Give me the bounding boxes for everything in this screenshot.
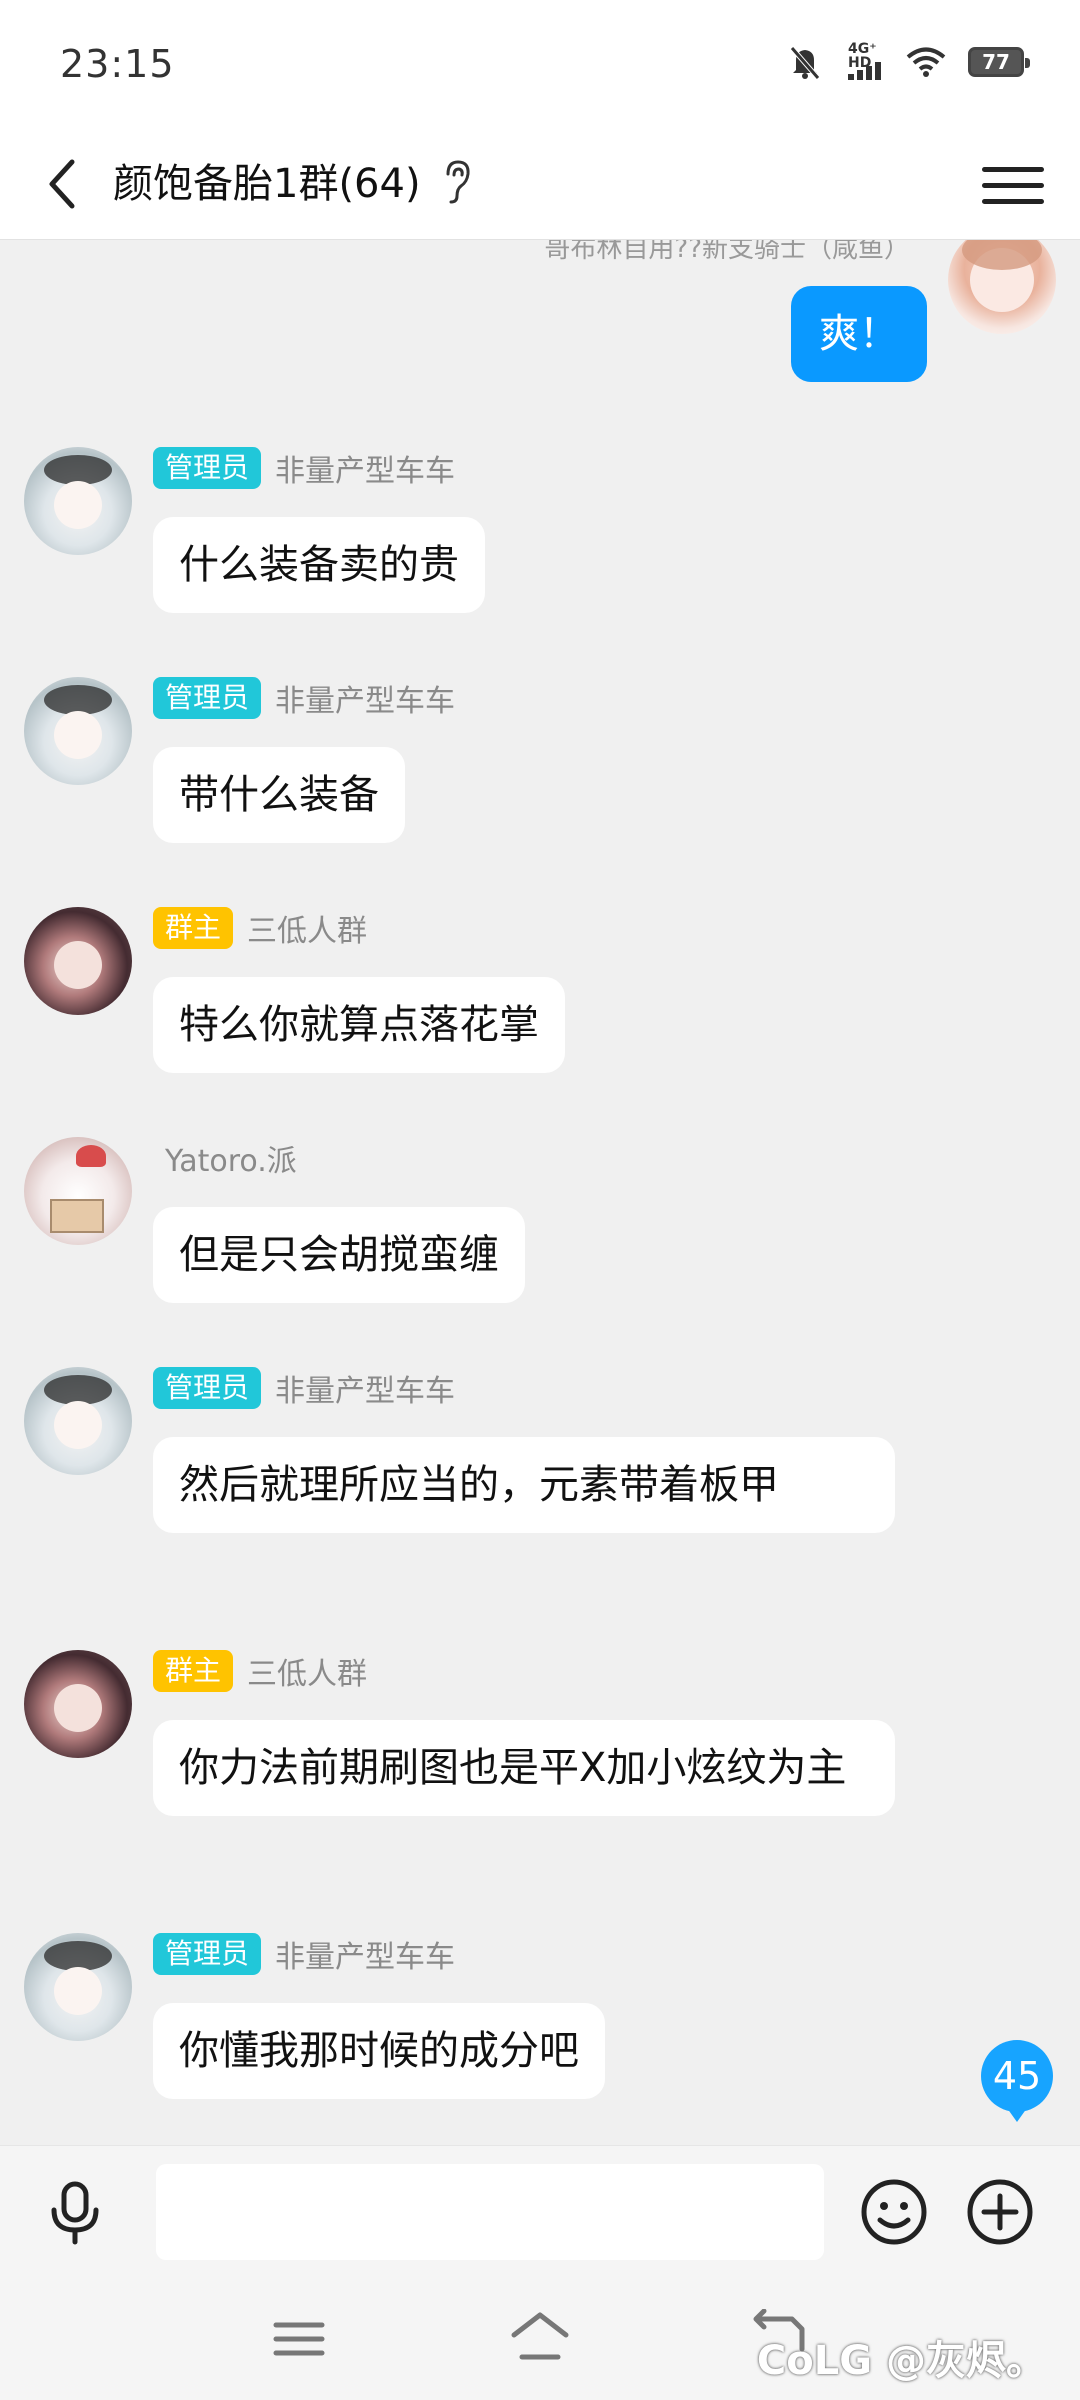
cellular-signal-icon: 4G⁺ HD <box>844 42 884 80</box>
message-input[interactable] <box>156 2164 824 2260</box>
ear-icon[interactable] <box>440 158 474 206</box>
unread-count-badge[interactable]: 45 <box>981 2040 1053 2122</box>
avatar[interactable] <box>24 1367 132 1475</box>
admin-badge: 管理员 <box>153 447 262 489</box>
nav-home-icon[interactable] <box>508 2309 572 2365</box>
message-bubble[interactable]: 特么你就算点落花掌 <box>153 977 565 1073</box>
mute-bell-icon <box>790 46 820 80</box>
nav-menu-icon[interactable] <box>272 2317 326 2361</box>
cutoff-nickname: 哥布林自用??新支骑士（咸鱼） <box>544 240 910 264</box>
message-meta: Yatoro.派 <box>165 1137 297 1179</box>
chat-message-list[interactable]: 哥布林自用??新支骑士（咸鱼） 爽！ 管理员 非量产型车车 什么装备卖的贵 管理… <box>0 240 1080 2145</box>
admin-badge: 管理员 <box>153 677 262 719</box>
avatar[interactable] <box>24 907 132 1015</box>
message-meta: 群主 三低人群 <box>153 907 367 949</box>
input-bar <box>0 2145 1080 2275</box>
watermark: CoLG @灰烬。 <box>756 2338 1046 2384</box>
message-bubble[interactable]: 但是只会胡搅蛮缠 <box>153 1207 525 1303</box>
plus-icon[interactable] <box>964 2176 1036 2248</box>
menu-icon[interactable] <box>982 154 1044 216</box>
emoji-icon[interactable] <box>858 2176 930 2248</box>
self-message-bubble[interactable]: 爽！ <box>791 286 927 382</box>
message-meta: 管理员 非量产型车车 <box>153 1367 455 1409</box>
sender-nickname[interactable]: 三低人群 <box>247 1649 367 1693</box>
back-arrow-icon[interactable] <box>38 152 94 216</box>
admin-badge: 管理员 <box>153 1933 262 1975</box>
group-title[interactable]: 颜饱备胎1群(64) <box>113 154 421 214</box>
message-bubble[interactable]: 什么装备卖的贵 <box>153 517 485 613</box>
admin-badge: 管理员 <box>153 1367 262 1409</box>
owner-badge: 群主 <box>153 1650 234 1692</box>
message-meta: 管理员 非量产型车车 <box>153 677 455 719</box>
avatar[interactable] <box>24 447 132 555</box>
microphone-icon[interactable] <box>40 2178 110 2248</box>
wifi-icon <box>906 47 946 77</box>
battery-icon: 77 <box>968 47 1030 77</box>
message-meta: 管理员 非量产型车车 <box>153 447 455 489</box>
avatar[interactable] <box>24 1933 132 2041</box>
avatar[interactable] <box>24 677 132 785</box>
message-meta: 群主 三低人群 <box>153 1650 367 1692</box>
status-icons: 4G⁺ HD 77 <box>788 42 1030 80</box>
sender-nickname[interactable]: 非量产型车车 <box>275 1366 455 1410</box>
message-bubble[interactable]: 你力法前期刷图也是平X加小炫纹为主 <box>153 1720 895 1816</box>
sender-nickname[interactable]: Yatoro.派 <box>165 1136 297 1180</box>
message-bubble[interactable]: 带什么装备 <box>153 747 405 843</box>
message-bubble[interactable]: 然后就理所应当的，元素带着板甲 <box>153 1437 895 1533</box>
avatar[interactable] <box>24 1650 132 1758</box>
status-time: 23:15 <box>60 42 175 86</box>
self-avatar[interactable] <box>948 240 1056 334</box>
sender-nickname[interactable]: 三低人群 <box>247 906 367 950</box>
sender-nickname[interactable]: 非量产型车车 <box>275 446 455 490</box>
sender-nickname[interactable]: 非量产型车车 <box>275 1932 455 1976</box>
avatar[interactable] <box>24 1137 132 1245</box>
status-bar: 23:15 4G⁺ HD 77 <box>0 0 1080 130</box>
sender-nickname[interactable]: 非量产型车车 <box>275 676 455 720</box>
owner-badge: 群主 <box>153 907 234 949</box>
message-bubble[interactable]: 你懂我那时候的成分吧 <box>153 2003 605 2099</box>
chat-header: 颜饱备胎1群(64) <box>0 130 1080 240</box>
message-meta: 管理员 非量产型车车 <box>153 1933 455 1975</box>
